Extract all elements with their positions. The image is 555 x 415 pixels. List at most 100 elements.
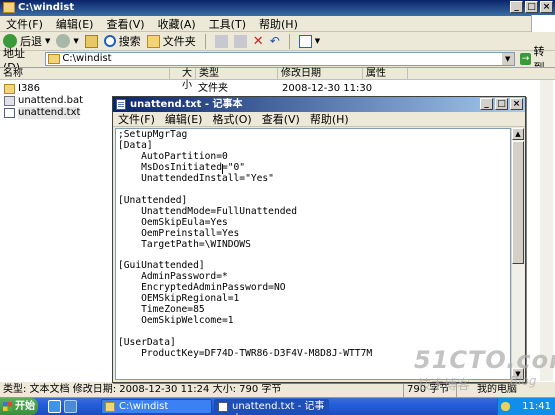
address-input[interactable]: C:\windist ▼ [45,52,515,66]
folders-icon [146,34,160,48]
window-folder-icon [3,2,15,13]
file-type: 文件夹 [198,83,228,94]
np-menu-help[interactable]: 帮助(H) [305,111,354,127]
np-menu-view[interactable]: 查看(V) [257,111,305,127]
notepad-window: unattend.txt - 记事本 _ □ × 文件(F) 编辑(E) 格式(… [112,96,526,383]
folders-button[interactable]: 文件夹 [146,33,196,49]
delete-button[interactable]: ✕ [253,34,264,49]
search-button[interactable]: 搜索 [103,33,141,49]
scroll-up-icon[interactable]: ▲ [512,128,524,140]
notepad-icon [218,402,228,412]
file-name: unattend.txt [18,107,81,119]
toolbar-separator [288,33,290,49]
minimize-icon[interactable]: _ [480,98,493,110]
notepad-scrollbar[interactable]: ▲ ▼ [511,128,524,380]
notepad-icon [116,99,126,110]
column-size[interactable]: 大小 [170,68,196,91]
task-notepad[interactable]: unattend.txt - 记事本 [214,399,329,415]
up-button[interactable] [84,34,98,48]
explorer-titlebar[interactable]: C:\windist _ □ × [0,0,555,16]
clock[interactable]: 11:41 [522,398,551,415]
scroll-down-icon[interactable]: ▼ [512,368,524,380]
undo-button[interactable]: ↶ [270,34,280,48]
search-icon [103,35,116,47]
taskbar: 开始 C:\windist unattend.txt - 记事本 11:41 [0,397,555,415]
notepad-title: unattend.txt - 记事本 [130,99,243,110]
menu-tools[interactable]: 工具(T) [203,16,253,32]
folders-label: 文件夹 [162,35,196,48]
start-label: 开始 [15,401,35,412]
tray-icon[interactable] [501,402,510,411]
column-attr[interactable]: 属性 [363,68,408,80]
move-to-button[interactable] [214,34,228,48]
views-button[interactable]: ▼ [298,34,320,48]
forward-button[interactable]: ▼ [56,34,79,48]
windows-logo-icon [3,402,12,411]
scroll-thumb[interactable] [512,141,524,264]
status-text: 类型: 文本文档 修改日期: 2008-12-30 11:24 大小: 790 … [3,384,282,395]
system-tray: 11:41 [497,398,555,415]
file-date: 2008-12-30 11:30 [282,83,373,94]
notepad-content: ;SetupMgrTag [Data] AutoPartition=0 MsDo… [118,129,373,360]
back-dropdown-icon[interactable]: ▼ [45,37,50,45]
search-label: 搜索 [118,35,141,48]
maximize-icon[interactable]: □ [525,1,538,13]
toolbar-separator [204,33,206,49]
address-bar: 地址(D) C:\windist ▼ → 转到 [0,45,555,74]
task-explorer-label: C:\windist [119,401,169,412]
start-button[interactable]: 开始 [0,398,38,415]
folder-icon [48,54,61,64]
explorer-toolbar: 后退 ▼ ▼ 搜索 文件夹 ✕ ↶ ▼ [0,32,555,51]
status-location: 我的电脑 [456,382,517,397]
notepad-menubar: 文件(F) 编辑(E) 格式(O) 查看(V) 帮助(H) [113,112,525,127]
windows-flag-icon [531,15,555,32]
views-dropdown-icon[interactable]: ▼ [315,37,320,45]
explorer-statusbar: 类型: 文本文档 修改日期: 2008-12-30 11:24 大小: 790 … [0,381,555,397]
views-icon [298,34,312,48]
np-menu-format[interactable]: 格式(O) [207,111,256,127]
column-name[interactable]: 名称 [0,68,170,80]
forward-dropdown-icon[interactable]: ▼ [73,37,78,45]
copy-to-icon [233,34,247,48]
file-row-i386[interactable]: I386 文件夹 2008-12-30 11:30 [0,83,555,95]
close-icon[interactable]: × [510,98,523,110]
menu-edit[interactable]: 编辑(E) [50,16,101,32]
desktop-icon[interactable] [64,400,77,413]
undo-icon: ↶ [269,34,280,48]
column-type[interactable]: 类型 [196,68,278,80]
bat-file-icon [4,96,15,106]
txt-file-icon [4,108,15,118]
file-list-header: 名称 大小 类型 修改日期 属性 [0,68,555,91]
copy-to-button[interactable] [233,34,247,48]
notepad-titlebar[interactable]: unattend.txt - 记事本 _ □ × [113,97,525,112]
minimize-icon[interactable]: _ [510,1,523,13]
np-menu-edit[interactable]: 编辑(E) [160,111,208,127]
address-dropdown-icon[interactable]: ▼ [501,53,514,65]
delete-icon: ✕ [252,33,264,49]
folder-icon [105,402,115,412]
column-date[interactable]: 修改日期 [278,68,363,80]
notepad-text-area[interactable]: ;SetupMgrTag [Data] AutoPartition=0 MsDo… [115,128,511,380]
close-icon[interactable]: × [540,1,553,13]
forward-icon [56,34,71,48]
menu-file[interactable]: 文件(F) [0,16,50,32]
ie-icon[interactable] [48,400,61,413]
address-value: C:\windist [62,53,112,64]
task-notepad-label: unattend.txt - 记事本 [232,401,325,415]
maximize-icon[interactable]: □ [495,98,508,110]
status-size: 790 字节 [403,382,449,397]
menu-help[interactable]: 帮助(H) [253,16,305,32]
explorer-menubar: 文件(F) 编辑(E) 查看(V) 收藏(A) 工具(T) 帮助(H) [0,15,555,32]
np-menu-file[interactable]: 文件(F) [113,111,160,127]
file-name: unattend.bat [18,95,84,106]
file-name: I386 [18,83,41,94]
task-explorer[interactable]: C:\windist [101,399,212,414]
menu-favorites[interactable]: 收藏(A) [152,16,203,32]
up-icon [84,34,98,48]
file-list-scrollbar[interactable] [540,80,553,381]
menu-view[interactable]: 查看(V) [100,16,151,32]
go-icon: → [519,53,532,65]
folder-icon [4,84,15,94]
explorer-title: C:\windist [18,2,75,13]
move-to-icon [214,34,228,48]
